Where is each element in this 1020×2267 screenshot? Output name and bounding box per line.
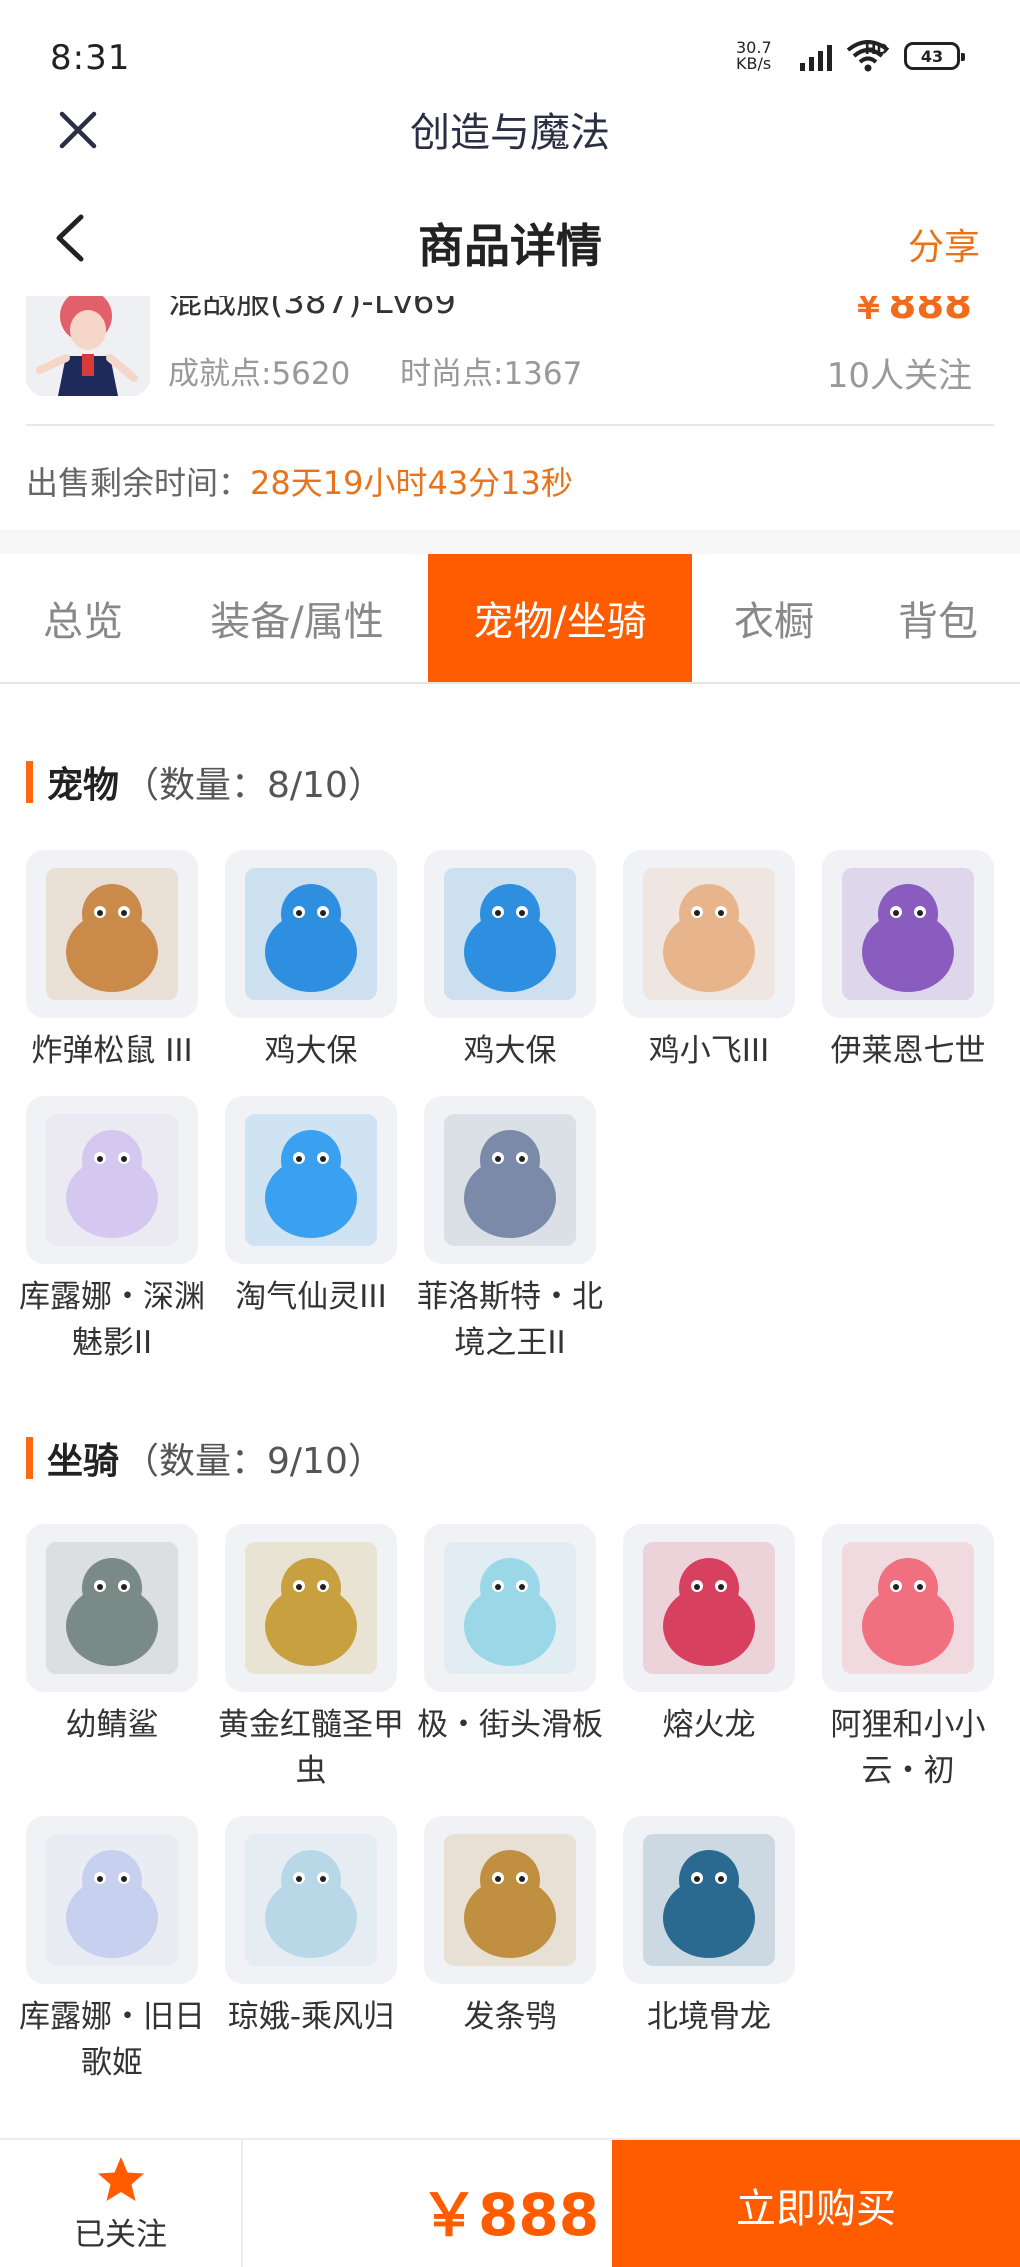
page-title: 商品详情 <box>418 219 602 273</box>
tab-pets-mounts[interactable]: 宠物/坐骑 <box>428 554 692 682</box>
star-icon <box>97 2157 144 2201</box>
mount-item[interactable]: 熔火龙 <box>623 1524 795 1794</box>
mount-item[interactable]: 阿狸和小小云・初 <box>822 1524 994 1794</box>
mount-thumbnail <box>424 1816 596 1984</box>
server-name: 混战服(387)-Lv69 <box>168 296 457 322</box>
pet-name: 菲洛斯特・北境之王II <box>417 1279 603 1361</box>
pets-title: 宠物 <box>47 765 120 806</box>
pet-thumbnail <box>26 1096 198 1264</box>
fashion-points: 时尚点:1367 <box>400 356 583 392</box>
follower-count: 10人关注 <box>826 356 972 396</box>
pet-thumbnail <box>26 850 198 1018</box>
pets-count: （数量：8/10） <box>123 765 384 806</box>
tab-bar: 总览 装备/属性 宠物/坐骑 衣橱 背包 <box>0 554 1020 684</box>
pet-thumbnail <box>623 850 795 1018</box>
sale-timer-label: 出售剩余时间： <box>26 464 251 502</box>
pet-item[interactable]: 鸡大保 <box>424 850 596 1074</box>
mounts-title: 坐骑 <box>47 1441 120 1482</box>
network-speed-unit: KB/s <box>736 54 772 73</box>
mount-thumbnail <box>26 1524 198 1692</box>
pet-item[interactable]: 淘气仙灵III <box>225 1096 397 1366</box>
mount-thumbnail <box>225 1816 397 1984</box>
mount-name: 发条鸮 <box>463 1999 557 2035</box>
sale-timer-value: 28天19小时43分13秒 <box>250 464 573 502</box>
bottom-price: ￥888 <box>420 2181 600 2249</box>
battery-level: 43 <box>920 46 944 66</box>
mount-name: 极・街头滑板 <box>417 1707 603 1743</box>
pets-grid: 炸弹松鼠 III 鸡大保 鸡大保 鸡小飞III 伊莱恩七世库露娜・深渊魅影II 淘气仙灵I… <box>19 850 996 1366</box>
mount-name: 熔火龙 <box>662 1707 756 1743</box>
mounts-section-title: 坐骑 （数量：9/10） <box>26 1432 384 1484</box>
mount-name: 幼鲭鲨 <box>65 1707 159 1743</box>
page-header: 商品详情 分享 <box>0 196 1020 296</box>
summary-price: ￥888 <box>848 296 973 328</box>
pet-name: 鸡大保 <box>463 1033 557 1069</box>
pet-item[interactable]: 伊莱恩七世 <box>822 850 994 1074</box>
follow-label: 已关注 <box>74 2217 167 2253</box>
mount-name: 北境骨龙 <box>647 1999 771 2035</box>
pet-thumbnail <box>424 850 596 1018</box>
mount-name: 库露娜・旧日歌姬 <box>19 1999 205 2081</box>
character-avatar <box>26 296 150 396</box>
tab-equipment[interactable]: 装备/属性 <box>166 554 428 682</box>
signal-icon <box>800 41 832 71</box>
mount-thumbnail <box>225 1524 397 1692</box>
pet-thumbnail <box>424 1096 596 1264</box>
app-bar: 创造与魔法 <box>0 90 1020 190</box>
section-accent-bar <box>26 1437 33 1479</box>
mount-thumbnail <box>26 1816 198 1984</box>
mount-thumbnail <box>822 1524 994 1692</box>
mount-item[interactable]: 发条鸮 <box>424 1816 596 2086</box>
mounts-grid: 幼鲭鲨 黄金红髓圣甲虫 极・街头滑板 熔火龙 阿狸和小小云・初库露娜・旧日歌姬 琼娥-乘风… <box>19 1524 996 2086</box>
achievement-points: 成就点:5620 <box>168 356 351 392</box>
status-time: 8:31 <box>50 38 131 78</box>
pet-name: 鸡大保 <box>264 1033 358 1069</box>
tab-overview[interactable]: 总览 <box>0 554 166 682</box>
pet-name: 鸡小飞III <box>648 1033 770 1069</box>
pet-item[interactable]: 库露娜・深渊魅影II <box>19 1096 205 1366</box>
pet-name: 淘气仙灵III <box>235 1279 387 1315</box>
mount-item[interactable]: 极・街头滑板 <box>417 1524 603 1794</box>
wifi-icon <box>846 40 890 72</box>
status-icons: 30.7 KB/s 43 <box>736 40 965 72</box>
share-button[interactable]: 分享 <box>908 218 980 270</box>
section-accent-bar <box>26 761 33 803</box>
pet-thumbnail <box>225 850 397 1018</box>
mount-item[interactable]: 琼娥-乘风归 <box>225 1816 397 2086</box>
divider <box>26 424 994 426</box>
pets-section-title: 宠物 （数量：8/10） <box>26 756 384 808</box>
mount-thumbnail <box>623 1816 795 1984</box>
pet-thumbnail <box>822 850 994 1018</box>
tab-wardrobe[interactable]: 衣橱 <box>692 554 856 682</box>
status-bar: 8:31 HD 30.7 KB/s 43 <box>0 0 1020 90</box>
mount-item[interactable]: 北境骨龙 <box>623 1816 795 2086</box>
mount-item[interactable]: 黄金红髓圣甲虫 <box>218 1524 404 1794</box>
mount-name: 黄金红髓圣甲虫 <box>218 1707 404 1789</box>
buy-now-button[interactable]: 立即购买 <box>612 2140 1020 2267</box>
mount-thumbnail <box>623 1524 795 1692</box>
pet-thumbnail <box>225 1096 397 1264</box>
pet-item[interactable]: 鸡大保 <box>225 850 397 1074</box>
bottom-bar: 已关注 ￥888 立即购买 <box>0 2138 1020 2267</box>
pet-item[interactable]: 菲洛斯特・北境之王II <box>417 1096 603 1366</box>
sale-timer: 出售剩余时间：28天19小时43分13秒 <box>26 458 573 504</box>
tab-backpack[interactable]: 背包 <box>856 554 1020 682</box>
section-gap <box>0 530 1020 554</box>
mount-item[interactable]: 幼鲭鲨 <box>26 1524 198 1794</box>
follow-button[interactable]: 已关注 <box>0 2140 243 2267</box>
app-title: 创造与魔法 <box>410 110 610 156</box>
pet-item[interactable]: 鸡小飞III <box>623 850 795 1074</box>
mount-thumbnail <box>424 1524 596 1692</box>
mount-name: 琼娥-乘风归 <box>227 1999 395 2035</box>
pet-name: 炸弹松鼠 III <box>31 1033 193 1069</box>
mounts-count: （数量：9/10） <box>123 1441 384 1482</box>
mount-item[interactable]: 库露娜・旧日歌姬 <box>19 1816 205 2086</box>
mount-name: 阿狸和小小云・初 <box>830 1707 986 1789</box>
battery-icon: 43 <box>904 42 965 70</box>
pet-item[interactable]: 炸弹松鼠 III <box>26 850 198 1074</box>
pet-name: 库露娜・深渊魅影II <box>19 1279 205 1361</box>
network-speed: 30.7 KB/s <box>736 40 786 72</box>
product-summary: 混战服(387)-Lv69 ￥888 成就点:5620 时尚点:1367 10人… <box>0 296 1020 426</box>
pet-name: 伊莱恩七世 <box>830 1033 986 1069</box>
